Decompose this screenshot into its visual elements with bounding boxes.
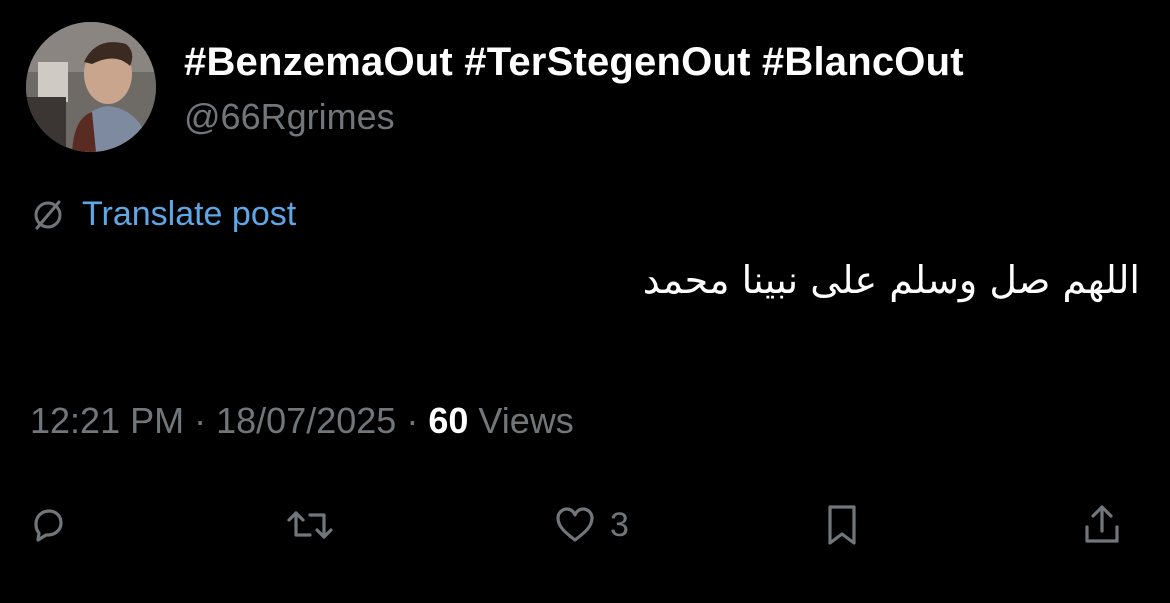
share-button[interactable] xyxy=(1082,495,1122,555)
like-button[interactable]: 3 xyxy=(554,495,629,555)
views-count: 60 xyxy=(428,400,469,441)
meta-separator: · xyxy=(406,400,419,441)
reply-icon xyxy=(34,509,63,542)
post-date[interactable]: 18/07/2025 xyxy=(216,400,396,441)
reply-button[interactable] xyxy=(28,495,68,555)
avatar[interactable] xyxy=(26,22,156,152)
action-bar: 3 xyxy=(0,495,1170,555)
meta-separator: · xyxy=(194,400,207,441)
post: #BenzemaOut #TerStegenOut #BlancOut @66R… xyxy=(0,0,1170,603)
post-text: اللهم صل وسلم على نبينا محمد xyxy=(642,258,1140,302)
translate-post-label: Translate post xyxy=(82,195,297,233)
share-icon xyxy=(1085,505,1119,543)
user-handle[interactable]: @66Rgrimes xyxy=(184,96,395,138)
repost-button[interactable] xyxy=(286,495,334,555)
bookmark-icon xyxy=(828,505,856,545)
translate-globe-icon xyxy=(34,200,62,229)
post-meta: 12:21 PM · 18/07/2025 · 60 Views xyxy=(30,400,574,442)
views-label: Views xyxy=(478,400,574,441)
bookmark-button[interactable] xyxy=(822,495,862,555)
display-name[interactable]: #BenzemaOut #TerStegenOut #BlancOut xyxy=(184,40,964,85)
post-time[interactable]: 12:21 PM xyxy=(30,400,184,441)
translate-post-link[interactable]: Translate post xyxy=(30,195,296,234)
avatar-image xyxy=(26,22,156,152)
like-count: 3 xyxy=(610,505,629,544)
repost-icon xyxy=(287,511,333,539)
heart-icon xyxy=(556,507,594,542)
